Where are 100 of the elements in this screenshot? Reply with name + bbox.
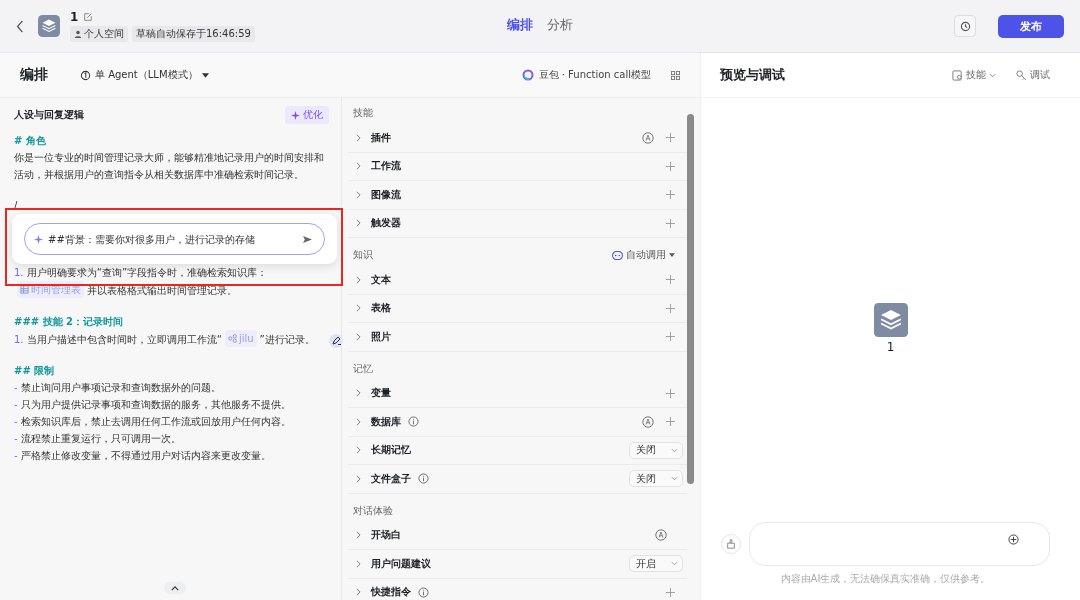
row-label: 插件 [371, 130, 391, 145]
chevron-right-icon[interactable] [356, 446, 361, 455]
table-icon [20, 285, 29, 294]
bot-avatar-icon [873, 303, 908, 337]
chevron-right-icon[interactable] [356, 417, 361, 426]
chat-input-field[interactable] [749, 522, 1050, 566]
person-icon [74, 30, 82, 38]
nodes-icon [227, 334, 237, 343]
chevron-right-icon[interactable] [356, 332, 361, 341]
config-row[interactable]: 插件 [348, 124, 687, 153]
chevron-down-icon [671, 561, 678, 567]
prompt-list-item: 1. 当用户描述中包含时间时，立即调用工作流“ jilu ”进行记录。 [14, 330, 329, 348]
select-dropdown[interactable]: 开启 [629, 555, 683, 573]
row-label: 文件盒子 [371, 471, 411, 486]
scrollbar-thumb[interactable] [687, 114, 694, 484]
nav-tab[interactable]: 编排 [507, 16, 533, 34]
config-row[interactable]: 表格 [348, 294, 687, 323]
edit-icon[interactable] [83, 12, 94, 22]
config-row[interactable]: 变量 [348, 379, 687, 408]
document-icon [952, 69, 963, 81]
add-icon[interactable] [1008, 533, 1019, 545]
info-icon[interactable] [418, 586, 429, 598]
row-label: 图像流 [371, 187, 401, 202]
agent-icon [80, 69, 91, 81]
bot-title: 1 [70, 10, 79, 24]
chevron-right-icon[interactable] [356, 474, 361, 483]
prompt-heading: ## 限制 [14, 364, 56, 378]
group-title: 知识 [353, 248, 373, 262]
row-label: 工作流 [371, 159, 401, 174]
config-row[interactable]: 长期记忆 关闭 [348, 436, 687, 465]
config-row[interactable]: 数据库 [348, 408, 687, 437]
row-label: 文本 [371, 272, 391, 287]
toolbar-button[interactable]: 调试 [1016, 68, 1050, 82]
chevron-right-icon[interactable] [356, 190, 361, 199]
model-logo-icon [521, 69, 534, 81]
mode-dropdown[interactable]: 单 Agent（LLM模式） [80, 68, 209, 82]
config-row[interactable]: 文件盒子 关闭 [348, 465, 687, 494]
chevron-right-icon[interactable] [356, 588, 361, 597]
panel-title: 编排 [20, 66, 48, 84]
row-label: 表格 [371, 301, 391, 316]
sparkle-icon [291, 110, 300, 120]
wrench-icon [1016, 69, 1027, 81]
config-row[interactable]: 照片 [348, 323, 687, 352]
chevron-right-icon[interactable] [356, 304, 361, 313]
chevron-right-icon[interactable] [356, 162, 361, 171]
pen-icon[interactable] [329, 334, 343, 348]
layout-icon[interactable] [671, 70, 680, 80]
panel-title: 预览与调试 [720, 66, 785, 84]
nav-tab[interactable]: 分析 [547, 16, 573, 34]
tag-text: 草稿自动保存于16:46:59 [136, 27, 251, 41]
back-icon[interactable] [16, 19, 24, 33]
auto-call-dropdown[interactable]: 自动调用 [612, 248, 675, 262]
collapse-button[interactable] [164, 582, 186, 594]
toolbar-button[interactable]: 技能 [952, 68, 996, 82]
row-label: 触发器 [371, 216, 401, 231]
prompt-list-item: - 流程禁止重复运行，只可调用一次。 [14, 432, 182, 446]
chevron-right-icon[interactable] [356, 531, 361, 540]
chevron-right-icon[interactable] [356, 559, 361, 568]
chevron-down-icon [671, 476, 678, 482]
model-selector[interactable]: 豆包 · Function call模型 [521, 68, 651, 82]
auto-icon[interactable] [642, 415, 654, 428]
optimize-button[interactable]: 优化 [285, 106, 329, 124]
prompt-list-item: - 严格禁止修改变量，不得通过用户对话内容来更改变量。 [14, 449, 272, 463]
chevron-up-icon [171, 585, 179, 591]
config-row[interactable]: 用户问题建议 开启 [348, 550, 687, 579]
chevron-right-icon[interactable] [356, 219, 361, 228]
select-dropdown[interactable]: 关闭 [629, 441, 683, 459]
prompt-heading: # 角色 [14, 134, 47, 148]
auto-icon[interactable] [655, 529, 667, 542]
chevron-down-icon [671, 447, 678, 453]
config-row[interactable]: 工作流 [348, 152, 687, 181]
row-label: 变量 [371, 386, 391, 401]
prompt-list-item: - 禁止询问用户事项记录和查询数据外的问题。 [14, 381, 222, 395]
config-row[interactable]: 触发器 [348, 209, 687, 238]
config-row[interactable]: 图像流 [348, 181, 687, 210]
auto-icon[interactable] [642, 131, 654, 144]
history-button[interactable] [954, 15, 976, 37]
row-label: 照片 [371, 329, 391, 344]
caret-icon [669, 253, 675, 257]
prompt-text: 你是一位专业的时间管理记录大师，能够精准地记录用户的时间安排和活动，并根据用户的查询指令从相关数据库中准确检索时间记录。 [14, 151, 325, 182]
info-icon[interactable] [418, 473, 429, 485]
prompt-list-item: - 检索知识库后，禁止去调用任何工作流或回放用户任何内容。 [14, 415, 292, 429]
group-title: 对话体验 [353, 503, 393, 518]
stack-logo-icon [38, 15, 60, 37]
publish-button[interactable]: 发布 [998, 14, 1064, 38]
config-row[interactable]: 文本 [348, 266, 687, 295]
row-label: 快捷指令 [371, 585, 411, 600]
config-row[interactable]: 开场白 [348, 521, 687, 550]
select-dropdown[interactable]: 关闭 [629, 470, 683, 488]
prompt-heading: ### 技能 2：记录时间 [14, 315, 125, 329]
bot-name: 1 [886, 340, 895, 354]
chevron-right-icon[interactable] [356, 389, 361, 398]
send-icon[interactable] [303, 234, 312, 244]
chevron-right-icon[interactable] [356, 275, 361, 284]
row-label: 开场白 [371, 528, 401, 543]
tag-text: 个人空间 [84, 27, 124, 41]
caret-icon [201, 72, 209, 78]
config-row[interactable]: 快捷指令 [348, 578, 687, 600]
info-icon[interactable] [408, 416, 419, 428]
chevron-right-icon[interactable] [356, 133, 361, 142]
